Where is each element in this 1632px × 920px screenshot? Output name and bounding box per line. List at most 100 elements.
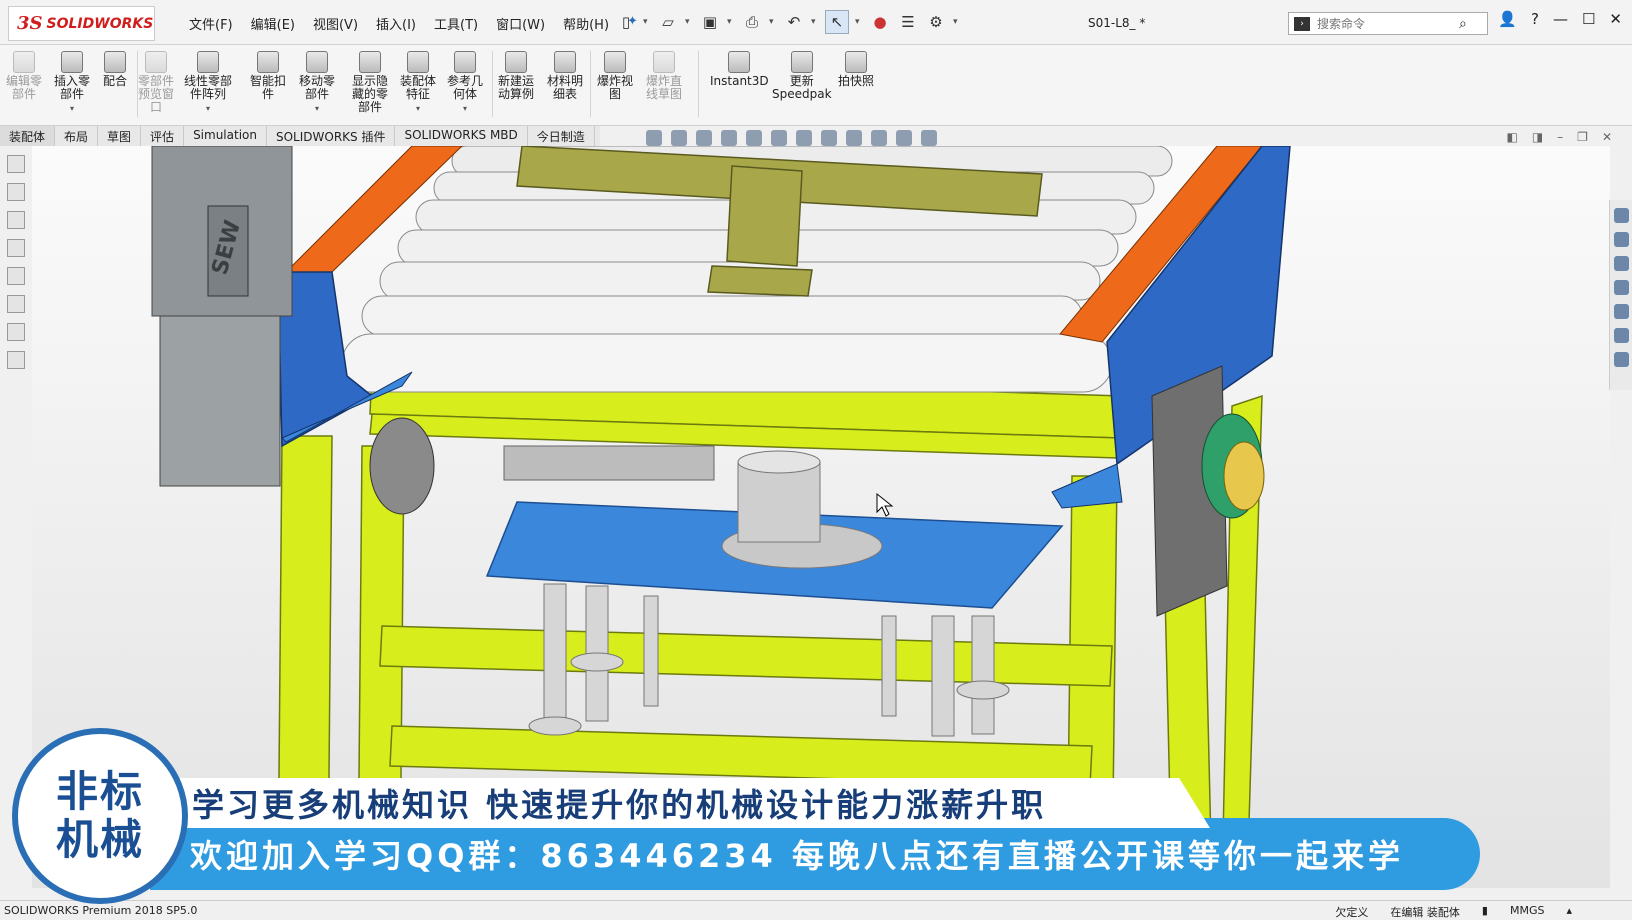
menu-tools[interactable]: 工具(T)	[425, 12, 487, 35]
insert-component-button[interactable]: 插入零 部件 ▾	[54, 51, 90, 115]
search-icon[interactable]: ⌕	[1459, 16, 1467, 32]
maximize-icon[interactable]: ☐	[1582, 10, 1595, 28]
custom-properties-icon[interactable]	[1613, 328, 1629, 343]
chevron-down-icon[interactable]: ▾	[727, 17, 735, 27]
chevron-up-icon[interactable]: ▴	[1566, 904, 1572, 920]
chevron-down-icon[interactable]: ▾	[685, 17, 693, 27]
smart-fasteners-button[interactable]: 智能扣 件	[250, 51, 286, 101]
menu-view[interactable]: 视图(V)	[304, 12, 367, 35]
close-icon[interactable]: ✕	[1609, 10, 1622, 28]
design-library-icon[interactable]	[1613, 232, 1629, 247]
new-motion-study-button[interactable]: 新建运 动算例	[498, 51, 534, 101]
status-units[interactable]: MMGS	[1510, 904, 1545, 920]
assembly-features-button[interactable]: 装配体 特征 ▾	[400, 51, 436, 115]
dynamic-annotation-icon[interactable]	[746, 130, 762, 146]
graphics-viewport[interactable]: SEW	[32, 146, 1610, 888]
minimize-pane-icon[interactable]: –	[1557, 130, 1563, 144]
rebuild-indicator-icon[interactable]: ▮	[1482, 904, 1488, 920]
zoom-to-area-icon[interactable]	[671, 130, 687, 146]
close-pane-icon[interactable]: ✕	[1602, 130, 1612, 144]
solidworks-logo-text: SOLIDWORKS	[46, 15, 154, 32]
explode-line-sketch-button[interactable]: 爆炸直 线草图	[646, 51, 682, 101]
exploded-view-button[interactable]: 爆炸视 图	[597, 51, 633, 101]
file-properties-icon[interactable]: ☰	[897, 11, 919, 33]
update-speedpak-button[interactable]: 更新 Speedpak	[772, 51, 832, 101]
tab-sketch[interactable]: 草图	[98, 126, 142, 146]
chevron-down-icon[interactable]: ▾	[206, 102, 210, 115]
mate-button[interactable]: 配合	[103, 51, 127, 88]
zoom-to-fit-icon[interactable]	[646, 130, 662, 146]
solidworks-logo[interactable]: 3S SOLIDWORKS	[8, 6, 155, 41]
appearance-icon[interactable]	[7, 351, 25, 369]
search-box[interactable]: › ⌕	[1288, 12, 1488, 35]
restore-pane-icon[interactable]: ◧	[1506, 130, 1517, 144]
maximize-pane-icon[interactable]: ❐	[1577, 130, 1588, 144]
view-palette-icon[interactable]	[1613, 280, 1629, 295]
menu-help[interactable]: 帮助(H)	[554, 12, 618, 35]
edit-appearance-icon[interactable]	[846, 130, 862, 146]
instant3d-button[interactable]: Instant3D	[710, 51, 769, 88]
tab-evaluate[interactable]: 评估	[141, 126, 185, 146]
take-snapshot-button[interactable]: 拍快照	[838, 51, 874, 88]
traffic-light-icon[interactable]: ●	[869, 11, 891, 33]
reference-geometry-button[interactable]: 参考几 何体 ▾	[447, 51, 483, 115]
menu-window[interactable]: 窗口(W)	[487, 12, 554, 35]
bill-of-materials-button[interactable]: 材料明 细表	[547, 51, 583, 101]
home-icon[interactable]	[1613, 208, 1629, 223]
appearances-icon[interactable]	[1613, 304, 1629, 319]
chevron-down-icon[interactable]: ▾	[70, 102, 74, 115]
edit-component-button[interactable]: 编辑零 部件	[6, 51, 42, 101]
show-hidden-components-button[interactable]: 显示隐 藏的零 部件	[352, 51, 388, 114]
tree-filter-icon[interactable]	[7, 323, 25, 341]
apply-scene-icon[interactable]	[871, 130, 887, 146]
menu-insert[interactable]: 插入(I)	[367, 12, 425, 35]
property-manager-icon[interactable]	[7, 183, 25, 201]
undo-icon[interactable]: ↶	[783, 11, 805, 33]
search-input[interactable]	[1315, 15, 1459, 32]
chevron-down-icon[interactable]: ▾	[811, 17, 819, 27]
move-component-button[interactable]: 移动零 部件 ▾	[299, 51, 335, 115]
menu-file[interactable]: 文件(F)	[180, 12, 242, 35]
chevron-down-icon[interactable]: ▾	[855, 17, 863, 27]
previous-view-icon[interactable]	[696, 130, 712, 146]
file-explorer-icon[interactable]	[1613, 256, 1629, 271]
chevron-down-icon[interactable]: ▾	[953, 17, 961, 27]
tab-solidworks-mbd[interactable]: SOLIDWORKS MBD	[395, 126, 528, 146]
chevron-down-icon[interactable]: ▾	[643, 17, 651, 27]
chevron-down-icon[interactable]: ▾	[315, 102, 319, 115]
select-pointer-icon[interactable]: ↖	[825, 10, 849, 34]
new-document-icon[interactable]: ▯	[615, 11, 637, 33]
dimxpert-icon[interactable]	[7, 239, 25, 257]
help-icon[interactable]: ?	[1531, 10, 1539, 28]
save-icon[interactable]: ▣	[699, 11, 721, 33]
tab-layout[interactable]: 布局	[55, 126, 99, 146]
chevron-down-icon[interactable]: ▾	[463, 102, 467, 115]
tab-solidworks-addins[interactable]: SOLIDWORKS 插件	[267, 126, 396, 146]
display-manager-icon[interactable]	[7, 267, 25, 285]
user-icon[interactable]: 👤	[1498, 10, 1517, 28]
chevron-down-icon[interactable]: ▾	[416, 102, 420, 115]
menu-edit[interactable]: 编辑(E)	[242, 12, 304, 35]
print-icon[interactable]: ⎙	[741, 11, 763, 33]
tab-today-manufacture[interactable]: 今日制造	[528, 126, 595, 146]
hide-show-items-icon[interactable]	[821, 130, 837, 146]
linear-component-pattern-button[interactable]: 线性零部 件阵列 ▾	[184, 51, 232, 115]
view-settings-icon[interactable]	[896, 130, 912, 146]
tile-pane-icon[interactable]: ◨	[1532, 130, 1543, 144]
chevron-down-icon[interactable]: ▾	[769, 17, 777, 27]
section-view-icon[interactable]	[721, 130, 737, 146]
configuration-manager-icon[interactable]	[7, 211, 25, 229]
display-style-icon[interactable]	[796, 130, 812, 146]
tab-assembly[interactable]: 装配体	[0, 126, 56, 146]
view-orientation-icon[interactable]	[771, 130, 787, 146]
minimize-icon[interactable]: —	[1553, 10, 1568, 28]
component-preview-window-button[interactable]: 零部件 预览窗 口	[138, 51, 174, 114]
options-gear-icon[interactable]: ⚙	[925, 11, 947, 33]
forum-icon[interactable]	[1613, 352, 1629, 367]
feature-tree-icon[interactable]	[7, 155, 25, 173]
linear-pattern-icon	[197, 51, 219, 73]
monitor-display-icon[interactable]	[921, 130, 937, 146]
open-folder-icon[interactable]: ▱	[657, 11, 679, 33]
cam-manager-icon[interactable]	[7, 295, 25, 313]
tab-simulation[interactable]: Simulation	[184, 126, 267, 146]
